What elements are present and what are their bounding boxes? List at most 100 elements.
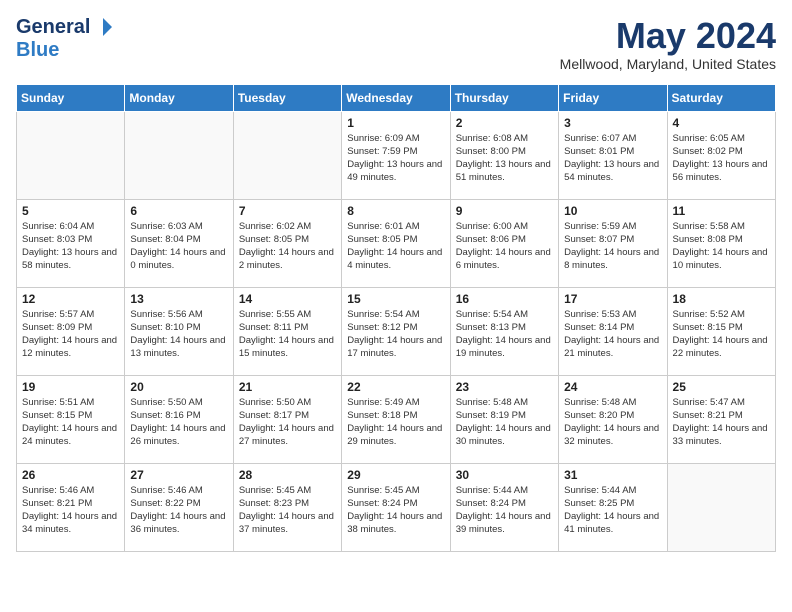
- location: Mellwood, Maryland, United States: [560, 56, 776, 72]
- calendar-cell: [125, 111, 233, 199]
- column-header-monday: Monday: [125, 84, 233, 111]
- day-number: 28: [239, 468, 336, 482]
- day-number: 6: [130, 204, 227, 218]
- calendar-cell: 29Sunrise: 5:45 AMSunset: 8:24 PMDayligh…: [342, 463, 450, 551]
- day-number: 29: [347, 468, 444, 482]
- column-header-tuesday: Tuesday: [233, 84, 341, 111]
- calendar-cell: 6Sunrise: 6:03 AMSunset: 8:04 PMDaylight…: [125, 199, 233, 287]
- day-info: Sunrise: 6:02 AMSunset: 8:05 PMDaylight:…: [239, 220, 336, 273]
- day-number: 22: [347, 380, 444, 394]
- day-number: 17: [564, 292, 661, 306]
- day-number: 23: [456, 380, 553, 394]
- calendar-cell: [17, 111, 125, 199]
- day-number: 1: [347, 116, 444, 130]
- calendar-cell: 26Sunrise: 5:46 AMSunset: 8:21 PMDayligh…: [17, 463, 125, 551]
- day-number: 13: [130, 292, 227, 306]
- day-info: Sunrise: 6:01 AMSunset: 8:05 PMDaylight:…: [347, 220, 444, 273]
- calendar-cell: 9 Sunrise: 6:00 AMSunset: 8:06 PMDaylight…: [450, 199, 558, 287]
- column-header-friday: Friday: [559, 84, 667, 111]
- calendar-cell: 13 Sunrise: 5:56 AMSunset: 8:10 PMDayligh…: [125, 287, 233, 375]
- day-info: Sunrise: 5:52 AMSunset: 8:15 PMDaylight:…: [673, 308, 770, 361]
- logo-general: General: [16, 16, 90, 39]
- day-info: Sunrise: 5:57 AMSunset: 8:09 PMDaylight:…: [22, 308, 119, 361]
- calendar-cell: 20Sunrise: 5:50 AMSunset: 8:16 PMDayligh…: [125, 375, 233, 463]
- day-number: 10: [564, 204, 661, 218]
- day-info: Sunrise: 5:59 AMSunset: 8:07 PMDaylight:…: [564, 220, 661, 273]
- column-header-saturday: Saturday: [667, 84, 775, 111]
- header-row: SundayMondayTuesdayWednesdayThursdayFrid…: [17, 84, 776, 111]
- logo-blue: Blue: [16, 39, 59, 62]
- day-number: 2: [456, 116, 553, 130]
- logo-flag-icon: [92, 16, 114, 38]
- calendar-cell: 16 Sunrise: 5:54 AMSunset: 8:13 PMDayligh…: [450, 287, 558, 375]
- day-number: 15: [347, 292, 444, 306]
- day-number: 8: [347, 204, 444, 218]
- column-header-thursday: Thursday: [450, 84, 558, 111]
- day-info: Sunrise: 5:49 AMSunset: 8:18 PMDaylight:…: [347, 396, 444, 449]
- day-number: 11: [673, 204, 770, 218]
- calendar-cell: [667, 463, 775, 551]
- calendar-cell: 25 Sunrise: 5:47 AMSunset: 8:21 PMDayligh…: [667, 375, 775, 463]
- calendar-cell: 18 Sunrise: 5:52 AMSunset: 8:15 PMDayligh…: [667, 287, 775, 375]
- day-number: 5: [22, 204, 119, 218]
- day-info: Sunrise: 6:05 AMSunset: 8:02 PMDaylight:…: [673, 132, 770, 185]
- day-info: Sunrise: 5:44 AMSunset: 8:24 PMDaylight:…: [456, 484, 553, 537]
- day-info: Sunrise: 5:45 AMSunset: 8:23 PMDaylight:…: [239, 484, 336, 537]
- calendar-cell: 1 Sunrise: 6:09 AMSunset: 7:59 PMDaylight…: [342, 111, 450, 199]
- calendar-cell: 22 Sunrise: 5:49 AMSunset: 8:18 PMDayligh…: [342, 375, 450, 463]
- calendar-cell: 31 Sunrise: 5:44 AMSunset: 8:25 PMDayligh…: [559, 463, 667, 551]
- column-header-wednesday: Wednesday: [342, 84, 450, 111]
- title-block: May 2024 Mellwood, Maryland, United Stat…: [560, 16, 776, 72]
- day-info: Sunrise: 5:44 AMSunset: 8:25 PMDaylight:…: [564, 484, 661, 537]
- calendar-cell: 27Sunrise: 5:46 AMSunset: 8:22 PMDayligh…: [125, 463, 233, 551]
- day-info: Sunrise: 5:47 AMSunset: 8:21 PMDaylight:…: [673, 396, 770, 449]
- calendar-cell: 14Sunrise: 5:55 AMSunset: 8:11 PMDayligh…: [233, 287, 341, 375]
- calendar-cell: 30 Sunrise: 5:44 AMSunset: 8:24 PMDayligh…: [450, 463, 558, 551]
- day-number: 18: [673, 292, 770, 306]
- day-info: Sunrise: 5:56 AMSunset: 8:10 PMDaylight:…: [130, 308, 227, 361]
- calendar-cell: 7 Sunrise: 6:02 AMSunset: 8:05 PMDaylight…: [233, 199, 341, 287]
- calendar-cell: 17Sunrise: 5:53 AMSunset: 8:14 PMDayligh…: [559, 287, 667, 375]
- day-info: Sunrise: 5:55 AMSunset: 8:11 PMDaylight:…: [239, 308, 336, 361]
- day-number: 9: [456, 204, 553, 218]
- calendar-cell: 11Sunrise: 5:58 AMSunset: 8:08 PMDayligh…: [667, 199, 775, 287]
- calendar-cell: 5 Sunrise: 6:04 AMSunset: 8:03 PMDaylight…: [17, 199, 125, 287]
- week-row-1: 1 Sunrise: 6:09 AMSunset: 7:59 PMDaylight…: [17, 111, 776, 199]
- day-info: Sunrise: 5:50 AMSunset: 8:16 PMDaylight:…: [130, 396, 227, 449]
- day-number: 26: [22, 468, 119, 482]
- day-info: Sunrise: 6:00 AMSunset: 8:06 PMDaylight:…: [456, 220, 553, 273]
- calendar-cell: 10 Sunrise: 5:59 AMSunset: 8:07 PMDayligh…: [559, 199, 667, 287]
- calendar-cell: 19 Sunrise: 5:51 AMSunset: 8:15 PMDayligh…: [17, 375, 125, 463]
- day-info: Sunrise: 5:46 AMSunset: 8:22 PMDaylight:…: [130, 484, 227, 537]
- week-row-5: 26Sunrise: 5:46 AMSunset: 8:21 PMDayligh…: [17, 463, 776, 551]
- calendar-cell: 2Sunrise: 6:08 AMSunset: 8:00 PMDaylight…: [450, 111, 558, 199]
- week-row-4: 19 Sunrise: 5:51 AMSunset: 8:15 PMDayligh…: [17, 375, 776, 463]
- day-info: Sunrise: 5:50 AMSunset: 8:17 PMDaylight:…: [239, 396, 336, 449]
- day-number: 7: [239, 204, 336, 218]
- day-number: 30: [456, 468, 553, 482]
- day-number: 4: [673, 116, 770, 130]
- day-number: 21: [239, 380, 336, 394]
- logo: General Blue: [16, 16, 114, 62]
- day-number: 16: [456, 292, 553, 306]
- day-info: Sunrise: 6:09 AMSunset: 7:59 PMDaylight:…: [347, 132, 444, 185]
- calendar-cell: 12Sunrise: 5:57 AMSunset: 8:09 PMDayligh…: [17, 287, 125, 375]
- day-info: Sunrise: 6:04 AMSunset: 8:03 PMDaylight:…: [22, 220, 119, 273]
- day-number: 31: [564, 468, 661, 482]
- week-row-3: 12Sunrise: 5:57 AMSunset: 8:09 PMDayligh…: [17, 287, 776, 375]
- calendar-cell: 4 Sunrise: 6:05 AMSunset: 8:02 PMDaylight…: [667, 111, 775, 199]
- calendar-table: SundayMondayTuesdayWednesdayThursdayFrid…: [16, 84, 776, 552]
- day-number: 19: [22, 380, 119, 394]
- column-header-sunday: Sunday: [17, 84, 125, 111]
- day-number: 24: [564, 380, 661, 394]
- month-title: May 2024: [560, 16, 776, 56]
- day-info: Sunrise: 5:48 AMSunset: 8:19 PMDaylight:…: [456, 396, 553, 449]
- calendar-cell: 21 Sunrise: 5:50 AMSunset: 8:17 PMDayligh…: [233, 375, 341, 463]
- day-info: Sunrise: 5:54 AMSunset: 8:13 PMDaylight:…: [456, 308, 553, 361]
- day-info: Sunrise: 6:07 AMSunset: 8:01 PMDaylight:…: [564, 132, 661, 185]
- calendar-cell: 15Sunrise: 5:54 AMSunset: 8:12 PMDayligh…: [342, 287, 450, 375]
- day-number: 25: [673, 380, 770, 394]
- day-number: 3: [564, 116, 661, 130]
- day-info: Sunrise: 5:51 AMSunset: 8:15 PMDaylight:…: [22, 396, 119, 449]
- week-row-2: 5 Sunrise: 6:04 AMSunset: 8:03 PMDaylight…: [17, 199, 776, 287]
